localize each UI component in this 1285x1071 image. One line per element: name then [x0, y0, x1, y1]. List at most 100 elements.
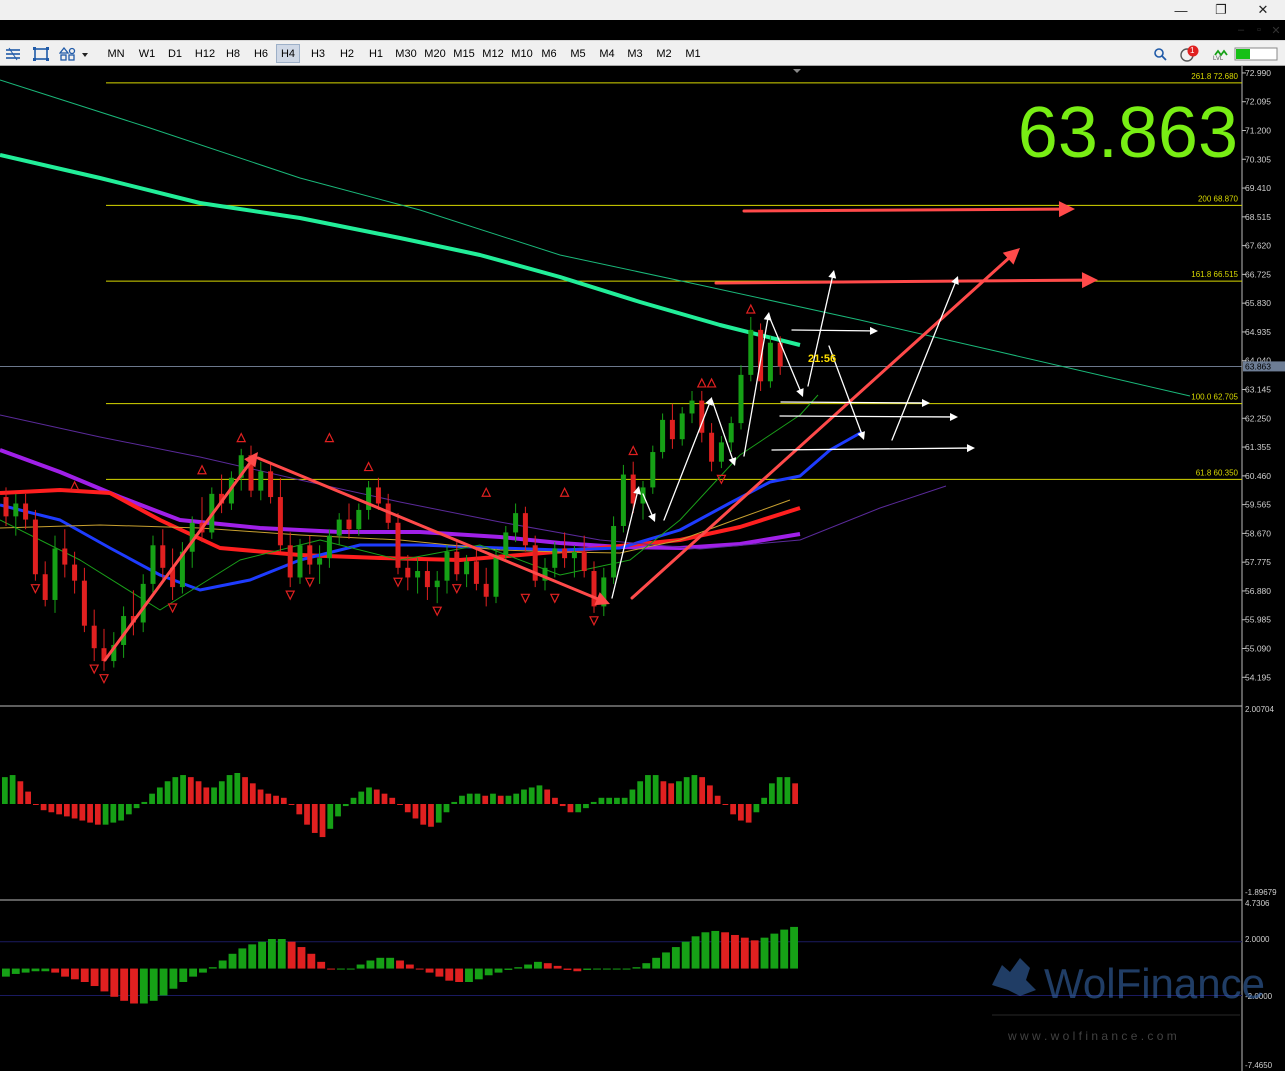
candle-body	[346, 519, 352, 530]
timeframe-m1[interactable]: M1	[681, 44, 705, 63]
timeframe-m5[interactable]: M5	[566, 44, 590, 63]
oscillator2-bar	[524, 964, 532, 969]
candle-body	[444, 551, 450, 581]
fractal-down-marker	[520, 593, 531, 604]
shapes-icon[interactable]	[58, 44, 90, 63]
oscillator1-bar	[211, 787, 217, 804]
oscillator2-bar	[356, 964, 365, 969]
timeframe-h4[interactable]: H4	[276, 44, 300, 63]
oscillator2-bar	[612, 968, 621, 970]
oscillator2-bar	[553, 965, 562, 969]
fib-level-label: 161.8 66.515	[1191, 270, 1238, 279]
timeframe-toolbar: 1 LVL MN W1 D1 H12 H8 H6 H4 H3 H2 H1 M30 M20 M15 M12 M…	[0, 40, 1285, 66]
oscillator2-bar	[780, 929, 789, 969]
oscillator2-bar	[583, 968, 592, 970]
oscillator2-bar	[652, 957, 661, 969]
timeframe-h6[interactable]: H6	[249, 44, 273, 63]
y-tick-label: 63.145	[1245, 385, 1271, 395]
timeframe-m10[interactable]: M10	[508, 44, 536, 63]
mdi-minimize-button[interactable]: –	[1232, 22, 1250, 38]
timeframe-d1[interactable]: D1	[163, 44, 187, 63]
countdown-timer: 21:56	[808, 353, 836, 365]
timeframe-w1[interactable]: W1	[135, 44, 159, 63]
white-path-arrow	[807, 277, 833, 387]
moving-average-blue	[0, 430, 863, 592]
fractal-up-marker	[197, 464, 207, 475]
timeframe-h2[interactable]: H2	[335, 44, 359, 63]
chart-lines-icon[interactable]	[3, 44, 23, 63]
candle-body	[13, 503, 19, 517]
fractal-up-marker	[481, 486, 492, 497]
white-path-arrow	[642, 493, 653, 516]
timeframe-mn[interactable]: MN	[104, 44, 128, 63]
watermark-url: w w w . w o l f i n a n c e . c o m	[1007, 1029, 1177, 1043]
timeframe-h8[interactable]: H8	[221, 44, 245, 63]
fib-level-label: 200 68.870	[1198, 194, 1239, 203]
candle-body	[23, 503, 29, 520]
restore-button[interactable]: ❐	[1206, 0, 1236, 20]
oscillator2-bar	[51, 968, 60, 973]
candle-body	[562, 548, 568, 559]
big-price-display: 63.863	[1018, 93, 1238, 173]
oscillator1-bar	[482, 795, 489, 804]
search-icon[interactable]	[1150, 44, 1170, 63]
fit-chart-icon[interactable]	[31, 44, 51, 63]
timeframe-m12[interactable]: M12	[479, 44, 507, 63]
timeframe-h1[interactable]: H1	[364, 44, 388, 63]
timeframe-m6[interactable]: M6	[537, 44, 561, 63]
oscillator2-bar	[602, 968, 611, 970]
oscillator1-bar	[428, 804, 434, 827]
candle-body	[650, 452, 656, 488]
price-chart[interactable]: 72.990 72.095 71.200 70.305 69.410 68.515 67.6…	[0, 66, 1285, 1071]
oscillator1-bar	[753, 804, 760, 813]
oscillator2-bar	[189, 968, 198, 977]
fractal-down-marker	[451, 584, 462, 595]
timeframe-m20[interactable]: M20	[421, 44, 449, 63]
signal-level-icon: LVL	[1212, 44, 1230, 63]
oscillator1-bar	[133, 804, 140, 809]
oscillator2-bar	[760, 937, 769, 969]
oscillator2-bar	[504, 968, 513, 970]
candle-body	[767, 342, 773, 382]
timeframe-m15[interactable]: M15	[450, 44, 478, 63]
candle-body	[326, 535, 332, 559]
close-button[interactable]: ✕	[1248, 0, 1278, 20]
candle-body	[81, 580, 87, 626]
moving-average-teal-thin	[0, 79, 1191, 397]
candle-body	[660, 419, 666, 453]
oscillator1-bar	[242, 777, 248, 804]
oscillator1-bar	[17, 781, 24, 804]
y-tick-label: 67.620	[1245, 241, 1271, 251]
mdi-restore-button[interactable]: ▫	[1250, 22, 1268, 38]
candle-body	[552, 548, 558, 568]
timeframe-m30[interactable]: M30	[392, 44, 420, 63]
candle-body	[366, 487, 372, 510]
candle-body	[679, 413, 685, 440]
timeframe-h3[interactable]: H3	[306, 44, 330, 63]
timeframe-h12[interactable]: H12	[191, 44, 219, 63]
oscillator2-bar	[465, 968, 473, 983]
timeframe-m3[interactable]: M3	[623, 44, 647, 63]
oscillator2-bar	[750, 940, 759, 969]
oscillator1-bar	[590, 801, 597, 804]
oscillator1-bar	[536, 785, 543, 804]
oscillator2-bar	[455, 968, 464, 983]
candle-body	[91, 625, 97, 649]
oscillator1-bar	[583, 804, 589, 809]
minimize-button[interactable]: —	[1166, 0, 1196, 20]
oscillator2-bar	[534, 961, 542, 969]
timeframe-m4[interactable]: M4	[595, 44, 619, 63]
oscillator2-bar	[445, 968, 454, 981]
fib-level-label: 261.8 72.680	[1191, 72, 1238, 81]
candle-body	[395, 522, 401, 568]
candle-body	[336, 519, 342, 536]
white-path-arrow	[768, 315, 801, 391]
fractal-down-marker	[432, 606, 443, 617]
mdi-close-button[interactable]: ✕	[1267, 22, 1285, 38]
notification-icon[interactable]: 1	[1178, 44, 1202, 63]
oscillator1-bar	[443, 804, 450, 813]
white-path-arrow-head	[728, 457, 737, 466]
red-trend-arrow	[630, 257, 1010, 600]
timeframe-m2[interactable]: M2	[652, 44, 676, 63]
oscillator2-bar	[484, 968, 493, 976]
